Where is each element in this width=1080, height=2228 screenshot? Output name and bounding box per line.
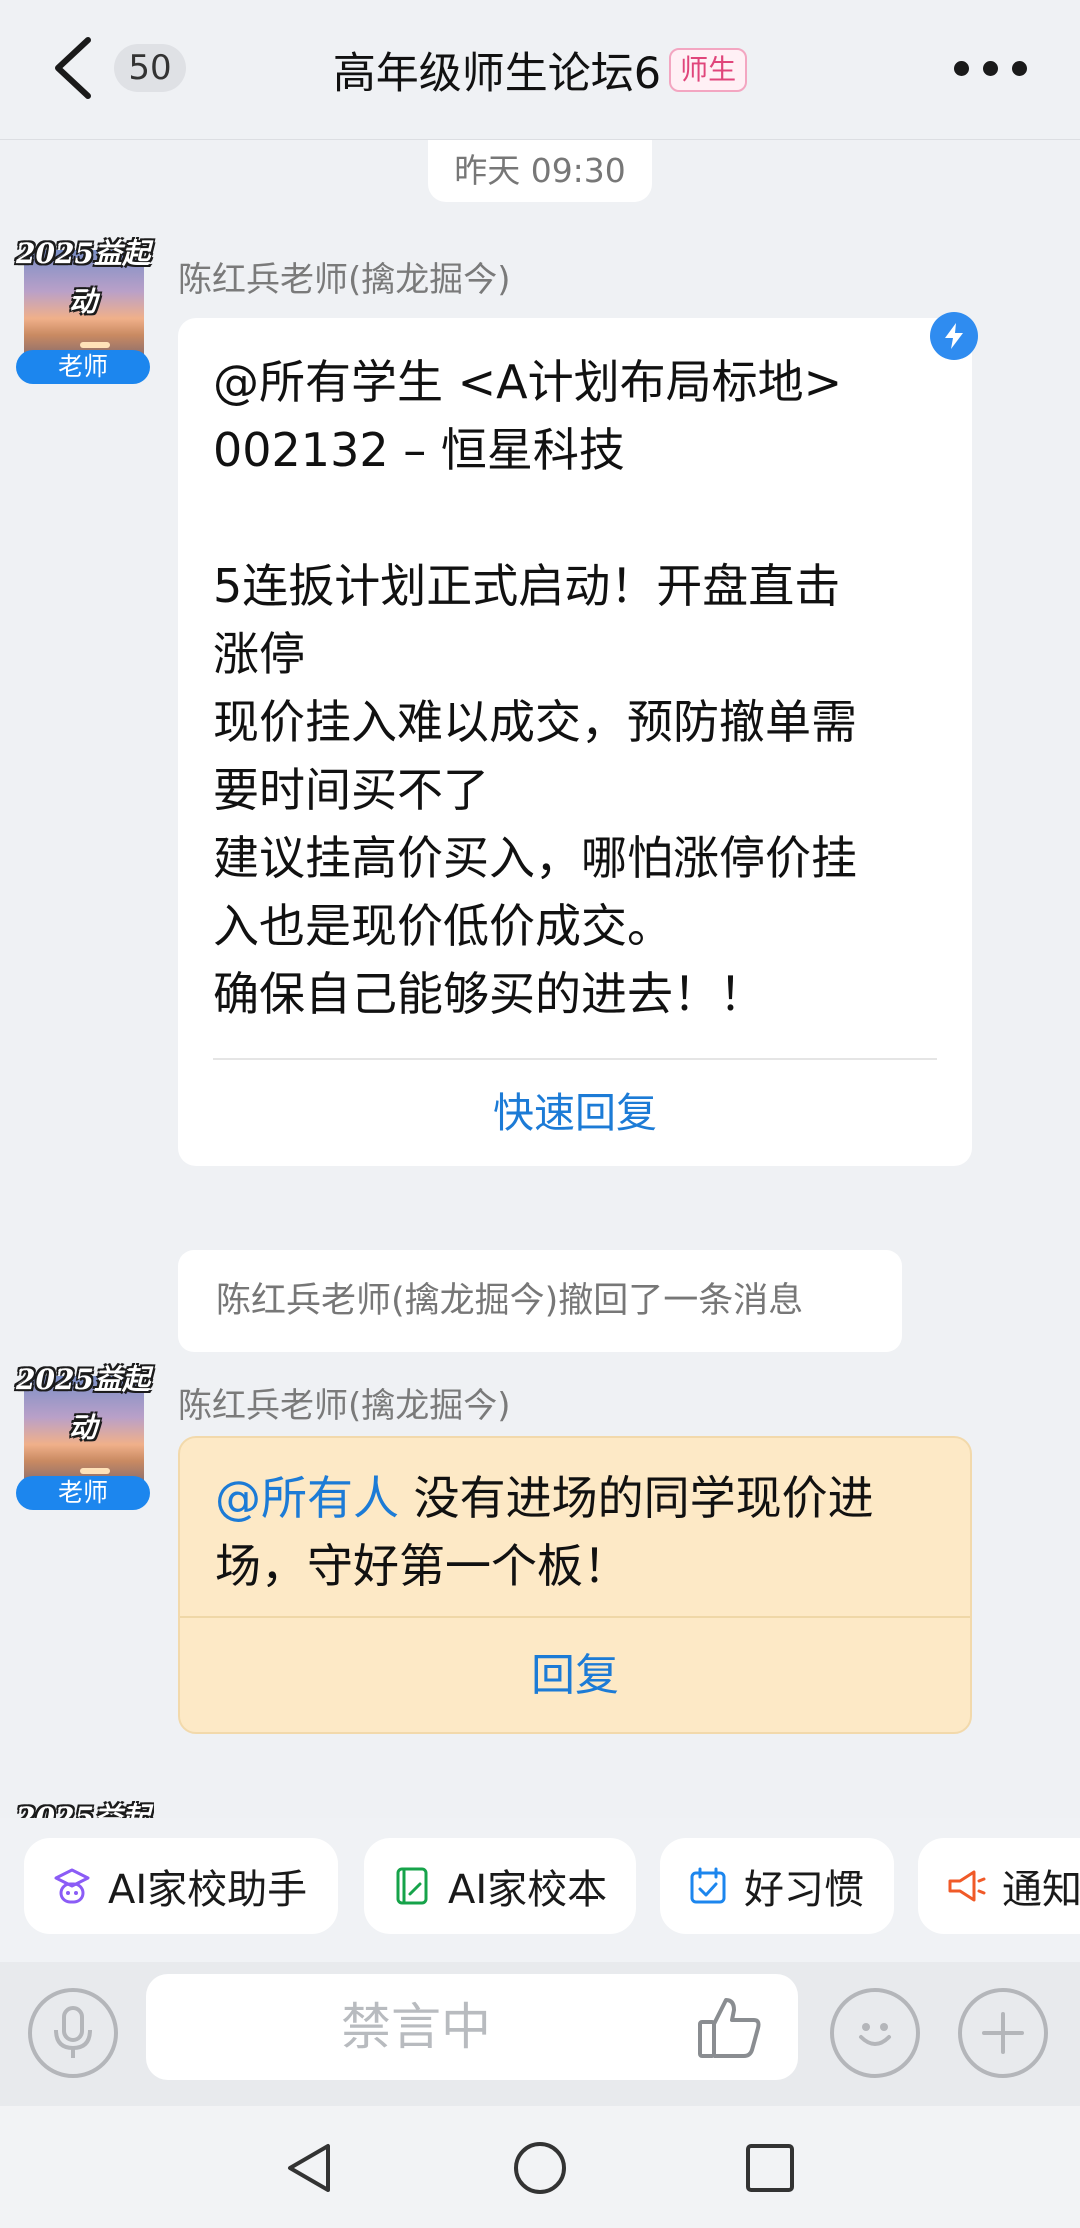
plus-icon (982, 2012, 1024, 2054)
shortcut-bar: AI家校助手 AI家校本 好习惯 通知 (0, 1818, 1080, 1962)
quick-reply-button[interactable]: 快速回复 (178, 1060, 972, 1166)
shortcut-label: 好习惯 (744, 1867, 864, 1913)
megaphone-icon (948, 1870, 986, 1902)
muted-placeholder: 禁言中 (341, 1998, 491, 2056)
thumbs-up-icon[interactable] (694, 1992, 766, 2064)
shortcut-label: 通知 (1002, 1867, 1080, 1913)
avatar-banner-text: 2025益起动 (16, 237, 150, 318)
calendar-check-icon (690, 1867, 726, 1904)
sender-name: 陈红兵老师(擒龙掘今) (178, 260, 511, 300)
teacher-role-badge: 老师 (16, 1476, 150, 1510)
microphone-icon (54, 2006, 92, 2058)
message-timestamp: 昨天 09:30 (428, 140, 652, 202)
shortcut-ai-assistant[interactable]: AI家校助手 (24, 1838, 338, 1934)
input-bar: 禁言中 (0, 1962, 1080, 2106)
add-more-button[interactable] (958, 1988, 1048, 2078)
teacher-role-badge: 老师 (16, 350, 150, 384)
title-group: 高年级师生论坛6 师生 (0, 40, 1080, 100)
nav-recents-icon[interactable] (740, 2138, 800, 2198)
message-text: @所有人 没有进场的同学现价进 场，守好第一个板！ (215, 1464, 945, 1600)
shortcut-notice[interactable]: 通知 (918, 1838, 1080, 1934)
avatar-banner-text: 2025益起动 (16, 1801, 150, 1818)
avatar-banner-text: 2025益起动 (16, 1363, 150, 1444)
shortcut-good-habits[interactable]: 好习惯 (660, 1838, 894, 1934)
recall-notice: 陈红兵老师(擒龙掘今)撤回了一条消息 (178, 1250, 902, 1352)
highlighted-message-bubble[interactable]: @所有人 没有进场的同学现价进 场，守好第一个板！ 回复 (178, 1436, 972, 1734)
top-bar: 50 高年级师生论坛6 师生 (0, 0, 1080, 140)
shortcut-label: AI家校本 (448, 1867, 608, 1913)
reply-button[interactable]: 回复 (180, 1618, 970, 1734)
mention-all[interactable]: @所有人 (215, 1471, 399, 1525)
notebook-icon (396, 1867, 428, 1905)
teacher-avatar[interactable]: 2025益起动 老师 (12, 1356, 154, 1510)
sender-name: 陈红兵老师(擒龙掘今) (178, 1386, 511, 1426)
shortcut-notebook[interactable]: AI家校本 (364, 1838, 636, 1934)
group-type-tag: 师生 (669, 48, 748, 92)
teacher-avatar[interactable]: 2025益起动 老师 (12, 230, 154, 384)
lightning-icon (930, 312, 978, 360)
message-text: @所有学生 <A计划布局标地> 002132 – 恒星科技 5连扳计划正式启动！… (213, 355, 857, 1021)
emoji-button[interactable] (830, 1988, 920, 2078)
smiley-icon (859, 2023, 891, 2046)
nav-back-icon[interactable] (280, 2138, 340, 2198)
system-navigation-bar (0, 2106, 1080, 2228)
page-title: 高年级师生论坛6 (332, 49, 662, 99)
ai-assistant-icon (54, 1868, 90, 1904)
message-bubble[interactable]: @所有学生 <A计划布局标地> 002132 – 恒星科技 5连扳计划正式启动！… (178, 318, 972, 1166)
voice-input-button[interactable] (28, 1988, 118, 2078)
nav-home-icon[interactable] (510, 2138, 570, 2198)
teacher-avatar-partial: 2025益起动 (12, 1794, 154, 1818)
shortcut-label: AI家校助手 (108, 1867, 308, 1913)
more-options-icon[interactable] (954, 52, 1064, 84)
message-input-field[interactable]: 禁言中 (146, 1974, 798, 2080)
